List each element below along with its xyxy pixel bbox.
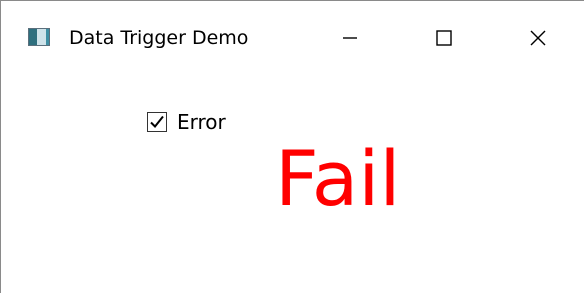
close-icon: [530, 30, 546, 46]
status-result-text: Fail: [275, 134, 401, 223]
minimize-icon: [343, 37, 357, 39]
close-button[interactable]: [515, 15, 561, 59]
window-title: Data Trigger Demo: [69, 27, 249, 49]
title-bar[interactable]: Data Trigger Demo: [1, 1, 584, 49]
minimize-button[interactable]: [327, 15, 373, 59]
maximize-button[interactable]: [421, 15, 467, 59]
error-checkbox-label: Error: [177, 110, 226, 134]
maximize-icon: [436, 30, 452, 46]
error-checkbox[interactable]: [147, 112, 167, 132]
app-window-icon: [28, 28, 50, 46]
error-checkbox-row[interactable]: Error: [147, 110, 226, 134]
app-window: Data Trigger Demo Error Fail: [0, 0, 584, 293]
checkmark-icon: [150, 115, 164, 128]
